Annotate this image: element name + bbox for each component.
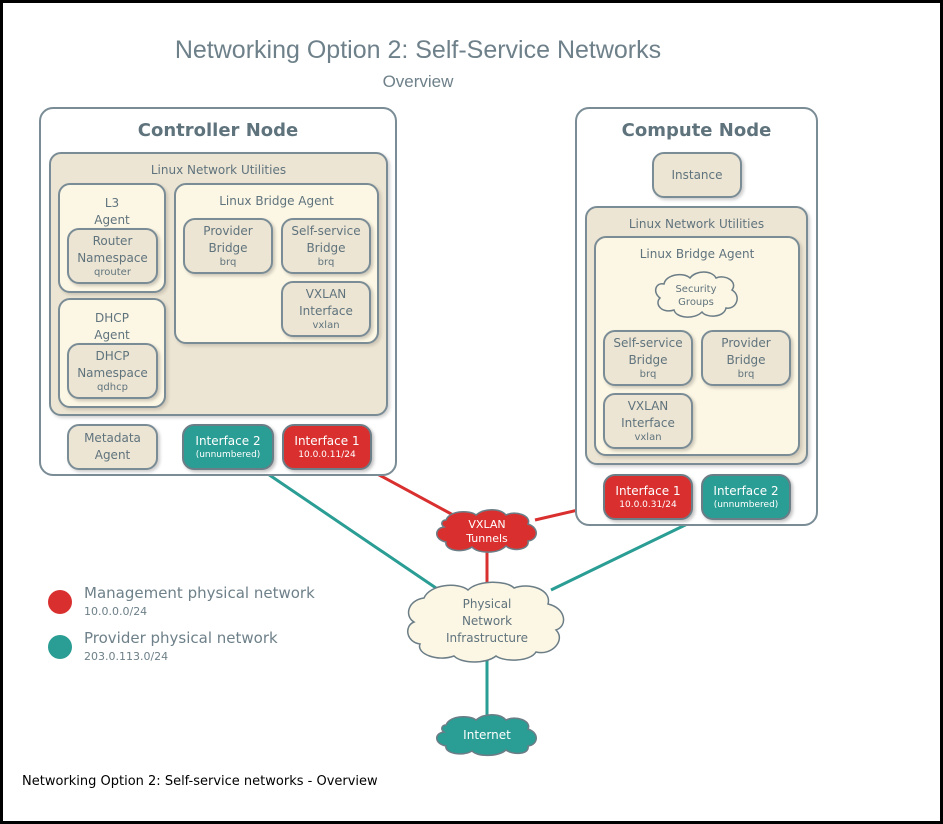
l3-agent-title-line2: Agent bbox=[94, 213, 130, 227]
legend-management-label: Management physical network bbox=[84, 584, 315, 602]
compute-utilities-title: Linux Network Utilities bbox=[628, 217, 765, 231]
controller-interface-2-label: Interface 2 bbox=[195, 434, 261, 448]
l3-agent-title-line1: L3 bbox=[104, 196, 120, 210]
dhcp-agent-title-line2: Agent bbox=[94, 328, 130, 342]
selfservice-bridge-sub: brq bbox=[317, 257, 335, 268]
compute-interface-2-label: Interface 2 bbox=[713, 484, 779, 498]
vxlan-tunnels-line1: VXLAN bbox=[468, 518, 505, 531]
dhcp-namespace-sub: qdhcp bbox=[97, 382, 128, 393]
instance: Instance bbox=[652, 152, 742, 198]
compute-vxlan-interface-sub: vxlan bbox=[634, 432, 662, 443]
dhcp-agent-title-line1: DHCP bbox=[95, 311, 129, 325]
controller-bridge-agent-title: Linux Bridge Agent bbox=[219, 194, 334, 208]
legend-management-dot bbox=[48, 590, 72, 614]
compute-provider-bridge-line1: Provider bbox=[721, 336, 771, 350]
controller-interface-1-sub: 10.0.0.11/24 bbox=[298, 450, 356, 460]
compute-vxlan-interface: VXLAN Interface vxlan bbox=[603, 393, 693, 449]
security-groups-line2: Groups bbox=[678, 297, 714, 308]
physical-network-line3: Infrastructure bbox=[446, 631, 528, 645]
compute-provider-bridge-line2: Bridge bbox=[726, 353, 766, 367]
compute-selfservice-bridge: Self-service Bridge brq bbox=[603, 330, 693, 386]
router-namespace-line1: Router bbox=[92, 234, 133, 248]
controller-selfservice-bridge: Self-service Bridge brq bbox=[281, 218, 371, 274]
router-namespace-line2: Namespace bbox=[77, 251, 148, 265]
physical-network-line2: Network bbox=[462, 614, 512, 628]
compute-vxlan-interface-line2: Interface bbox=[621, 416, 675, 430]
dhcp-namespace-line1: DHCP bbox=[95, 349, 130, 363]
selfservice-bridge-line1: Self-service bbox=[291, 224, 361, 238]
physical-network-cloud: Physical Network Infrastructure bbox=[407, 581, 565, 663]
compute-node-title: Compute Node bbox=[621, 120, 772, 141]
legend-provider-label: Provider physical network bbox=[84, 629, 278, 647]
provider-bridge-line2: Bridge bbox=[208, 241, 248, 255]
compute-selfservice-bridge-line2: Bridge bbox=[628, 353, 668, 367]
vxlan-interface-line2: Interface bbox=[299, 304, 353, 318]
figure-caption: Networking Option 2: Self-service networ… bbox=[22, 774, 378, 789]
controller-interface-1-label: Interface 1 bbox=[294, 434, 360, 448]
vxlan-tunnels-cloud: VXLAN Tunnels bbox=[436, 509, 537, 553]
controller-provider-bridge: Provider Bridge brq bbox=[183, 218, 273, 274]
dhcp-namespace-line2: Namespace bbox=[77, 366, 148, 380]
line-ctrl-iface2-to-physical bbox=[261, 468, 437, 590]
compute-interface-1-label: Interface 1 bbox=[615, 484, 681, 498]
security-groups-cloud: Security Groups bbox=[654, 271, 738, 318]
vxlan-interface-sub: vxlan bbox=[312, 320, 340, 331]
controller-utilities-title: Linux Network Utilities bbox=[150, 163, 287, 177]
compute-provider-bridge: Provider Bridge brq bbox=[701, 330, 791, 386]
compute-selfservice-bridge-sub: brq bbox=[639, 369, 657, 380]
metadata-agent-line2: Agent bbox=[94, 448, 131, 462]
legend-provider-dot bbox=[48, 635, 72, 659]
vxlan-interface-line1: VXLAN bbox=[305, 287, 347, 301]
vxlan-tunnels-line2: Tunnels bbox=[465, 532, 508, 545]
dhcp-namespace: DHCP Namespace qdhcp bbox=[67, 343, 158, 399]
compute-interface-1: Interface 1 10.0.0.31/24 bbox=[603, 474, 693, 520]
provider-bridge-line1: Provider bbox=[203, 224, 253, 238]
router-namespace: Router Namespace qrouter bbox=[67, 228, 158, 284]
metadata-agent-line1: Metadata bbox=[84, 431, 141, 445]
controller-interface-2-sub: (unnumbered) bbox=[195, 450, 261, 460]
controller-interface-1: Interface 1 10.0.0.11/24 bbox=[282, 424, 372, 470]
router-namespace-sub: qrouter bbox=[94, 267, 131, 278]
compute-vxlan-interface-line1: VXLAN bbox=[627, 399, 669, 413]
security-groups-line1: Security bbox=[675, 284, 716, 295]
legend-provider-sub: 203.0.113.0/24 bbox=[84, 650, 169, 663]
compute-provider-bridge-sub: brq bbox=[737, 369, 755, 380]
compute-interface-2-sub: (unnumbered) bbox=[713, 500, 779, 510]
controller-interface-2: Interface 2 (unnumbered) bbox=[182, 424, 274, 470]
compute-bridge-agent-title: Linux Bridge Agent bbox=[639, 247, 755, 261]
controller-node-title: Controller Node bbox=[137, 120, 299, 141]
instance-label: Instance bbox=[671, 167, 723, 182]
selfservice-bridge-line2: Bridge bbox=[306, 241, 346, 255]
compute-interface-1-sub: 10.0.0.31/24 bbox=[619, 500, 677, 510]
compute-selfservice-bridge-line1: Self-service bbox=[613, 336, 683, 350]
internet-cloud: Internet bbox=[436, 714, 537, 757]
metadata-agent: Metadata Agent bbox=[67, 424, 158, 470]
physical-network-line1: Physical bbox=[463, 597, 512, 611]
controller-vxlan-interface: VXLAN Interface vxlan bbox=[281, 281, 371, 337]
legend-management-sub: 10.0.0.0/24 bbox=[84, 605, 148, 618]
compute-interface-2: Interface 2 (unnumbered) bbox=[701, 474, 791, 520]
provider-bridge-sub: brq bbox=[219, 257, 237, 268]
internet-label: Internet bbox=[463, 728, 511, 742]
